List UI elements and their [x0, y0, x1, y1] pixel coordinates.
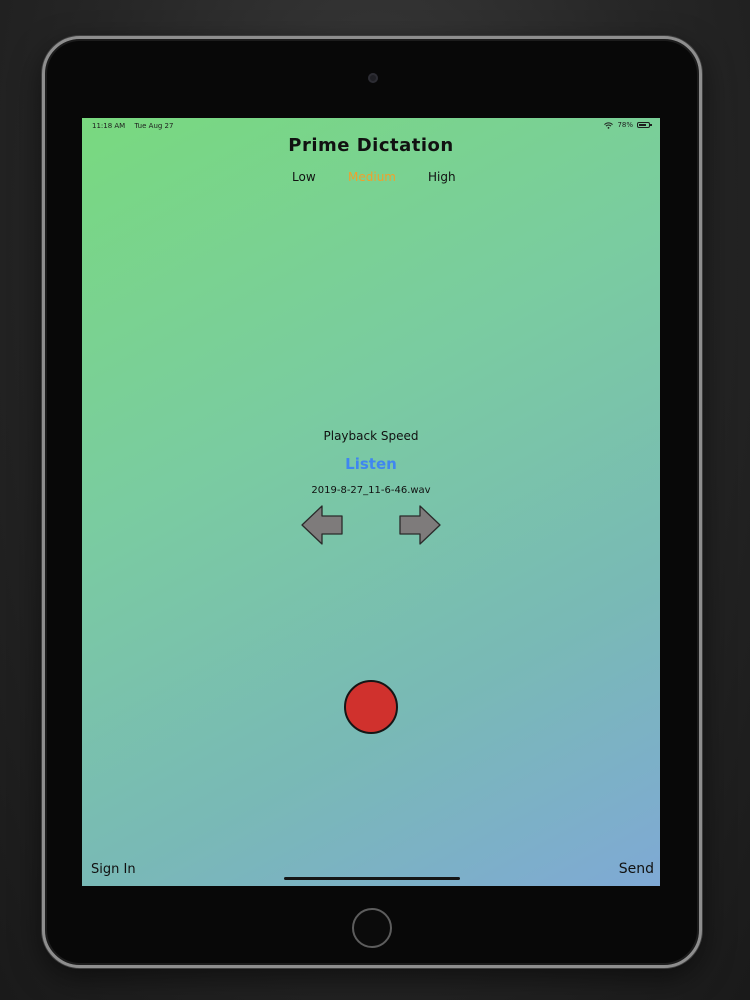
- status-bar-left: 11:18 AM Tue Aug 27: [92, 122, 173, 130]
- playback-speed-button[interactable]: Playback Speed: [82, 429, 660, 443]
- quality-high-option[interactable]: High: [428, 170, 456, 184]
- listen-button[interactable]: Listen: [82, 455, 660, 473]
- record-button[interactable]: [344, 680, 398, 734]
- sign-in-button[interactable]: Sign In: [91, 862, 136, 877]
- left-arrow-icon: [301, 505, 343, 545]
- battery-icon: [637, 122, 652, 128]
- quality-medium-option[interactable]: Medium: [348, 170, 396, 184]
- wifi-icon: [604, 121, 614, 129]
- right-arrow-icon: [399, 505, 441, 545]
- home-indicator: [284, 877, 460, 880]
- home-button[interactable]: [352, 908, 392, 948]
- battery-percent: 78%: [617, 121, 633, 129]
- front-camera: [368, 73, 378, 83]
- app-screen: 11:18 AM Tue Aug 27 78% Prime Dictation …: [82, 118, 660, 886]
- status-date: Tue Aug 27: [134, 122, 174, 130]
- send-button[interactable]: Send: [619, 861, 654, 877]
- recording-filename: 2019-8-27_11-6-46.wav: [311, 485, 431, 496]
- next-recording-button[interactable]: [398, 504, 442, 546]
- previous-recording-button[interactable]: [300, 504, 344, 546]
- status-bar-right: 78%: [604, 121, 652, 129]
- app-title: Prime Dictation: [288, 135, 454, 156]
- quality-low-option[interactable]: Low: [292, 170, 316, 184]
- status-time: 11:18 AM: [92, 122, 126, 130]
